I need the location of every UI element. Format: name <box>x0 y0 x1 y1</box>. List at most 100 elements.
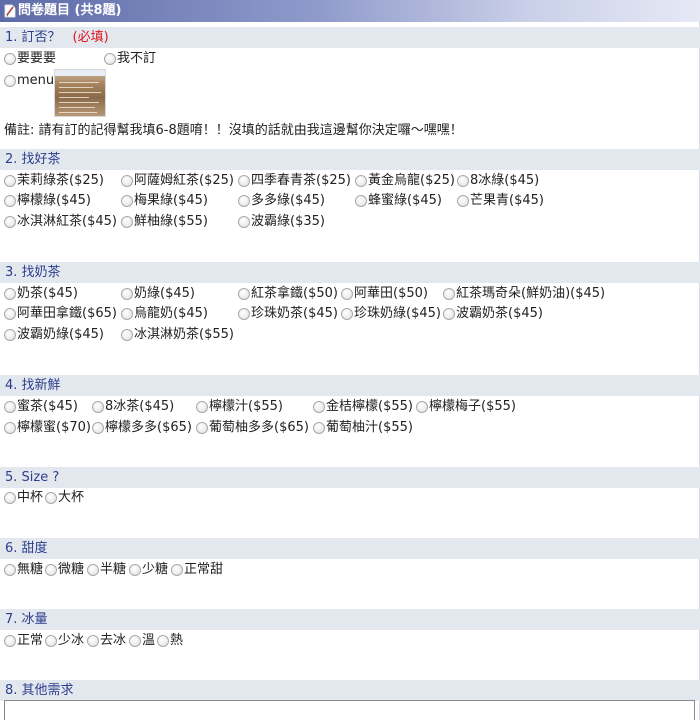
q4-option[interactable]: 葡萄柚多多($65) <box>196 418 309 438</box>
radio-icon[interactable] <box>129 564 141 576</box>
radio-icon[interactable] <box>313 422 325 434</box>
q4-option[interactable]: 8冰茶($45) <box>92 397 174 417</box>
q2-option[interactable]: 檸檬綠($45) <box>4 191 91 211</box>
radio-icon[interactable] <box>196 401 208 413</box>
radio-icon[interactable] <box>171 564 183 576</box>
radio-icon[interactable] <box>87 635 99 647</box>
q7-option[interactable]: 正常 <box>4 631 43 651</box>
radio-icon[interactable] <box>4 75 16 87</box>
radio-icon[interactable] <box>4 175 16 187</box>
q4-option[interactable]: 檸檬汁($55) <box>196 397 283 417</box>
radio-icon[interactable] <box>4 216 16 228</box>
radio-icon[interactable] <box>87 564 99 576</box>
radio-icon[interactable] <box>4 635 16 647</box>
radio-icon[interactable] <box>4 564 16 576</box>
radio-icon[interactable] <box>341 308 353 320</box>
q7-option[interactable]: 去冰 <box>87 631 126 651</box>
q2-option[interactable]: 四季春青茶($25) <box>238 171 351 191</box>
radio-icon[interactable] <box>457 175 469 187</box>
q4-option[interactable]: 檸檬蜜($70) <box>4 418 91 438</box>
radio-icon[interactable] <box>238 308 250 320</box>
radio-icon[interactable] <box>4 401 16 413</box>
radio-icon[interactable] <box>355 195 367 207</box>
radio-icon[interactable] <box>4 308 16 320</box>
q7-option[interactable]: 少冰 <box>45 631 84 651</box>
radio-icon[interactable] <box>121 288 133 300</box>
radio-icon[interactable] <box>443 308 455 320</box>
q7-option[interactable]: 熱 <box>157 631 183 651</box>
q2-option[interactable]: 蜂蜜綠($45) <box>355 191 442 211</box>
radio-icon[interactable] <box>121 308 133 320</box>
other-requests-input[interactable] <box>4 700 695 720</box>
q4-option[interactable]: 葡萄柚汁($55) <box>313 418 413 438</box>
radio-icon[interactable] <box>443 288 455 300</box>
q4-option[interactable]: 檸檬多多($65) <box>92 418 192 438</box>
q2-option[interactable]: 黃金烏龍($25) <box>355 171 455 191</box>
q7-option[interactable]: 溫 <box>129 631 155 651</box>
q2-option[interactable]: 冰淇淋紅茶($45) <box>4 212 117 232</box>
radio-icon[interactable] <box>313 401 325 413</box>
radio-icon[interactable] <box>45 492 57 504</box>
q1-option-no[interactable]: 我不訂 <box>104 49 156 69</box>
radio-icon[interactable] <box>129 635 141 647</box>
radio-icon[interactable] <box>196 422 208 434</box>
radio-icon[interactable] <box>104 53 116 65</box>
q2-option[interactable]: 多多綠($45) <box>238 191 325 211</box>
q4-option[interactable]: 金桔檸檬($55) <box>313 397 413 417</box>
radio-icon[interactable] <box>4 195 16 207</box>
radio-icon[interactable] <box>92 422 104 434</box>
q3-option[interactable]: 波霸奶茶($45) <box>443 304 543 324</box>
q3-option[interactable]: 奶綠($45) <box>121 284 195 304</box>
q6-option[interactable]: 正常甜 <box>171 560 223 580</box>
q4-option[interactable]: 檸檬梅子($55) <box>416 397 516 417</box>
radio-icon[interactable] <box>121 195 133 207</box>
q2-option[interactable]: 波霸綠($35) <box>238 212 325 232</box>
radio-icon[interactable] <box>238 175 250 187</box>
q3-option[interactable]: 波霸奶綠($45) <box>4 325 104 345</box>
radio-icon[interactable] <box>45 564 57 576</box>
radio-icon[interactable] <box>238 216 250 228</box>
q5-option[interactable]: 中杯 <box>4 488 43 508</box>
radio-icon[interactable] <box>121 175 133 187</box>
q3-option[interactable]: 阿華田($50) <box>341 284 428 304</box>
radio-icon[interactable] <box>92 401 104 413</box>
radio-icon[interactable] <box>238 288 250 300</box>
q2-option[interactable]: 芒果青($45) <box>457 191 544 211</box>
q3-option[interactable]: 烏龍奶($45) <box>121 304 208 324</box>
q3-option[interactable]: 紅茶拿鐵($50) <box>238 284 338 304</box>
radio-icon[interactable] <box>4 53 16 65</box>
radio-icon[interactable] <box>121 216 133 228</box>
radio-icon[interactable] <box>355 175 367 187</box>
radio-icon[interactable] <box>238 195 250 207</box>
radio-icon[interactable] <box>121 329 133 341</box>
q3-option[interactable]: 阿華田拿鐵($65) <box>4 304 117 324</box>
menu-image[interactable] <box>54 69 106 117</box>
q5-option[interactable]: 大杯 <box>45 488 84 508</box>
q3-option[interactable]: 冰淇淋奶茶($55) <box>121 325 234 345</box>
q2-option[interactable]: 8冰綠($45) <box>457 171 539 191</box>
radio-icon[interactable] <box>457 195 469 207</box>
radio-icon[interactable] <box>416 401 428 413</box>
radio-icon[interactable] <box>157 635 169 647</box>
radio-icon[interactable] <box>341 288 353 300</box>
q4-option[interactable]: 蜜茶($45) <box>4 397 78 417</box>
radio-icon[interactable] <box>4 492 16 504</box>
q2-option[interactable]: 梅果綠($45) <box>121 191 208 211</box>
q1-option-yes[interactable]: 要要要 <box>4 49 56 69</box>
radio-icon[interactable] <box>4 329 16 341</box>
q3-option[interactable]: 奶茶($45) <box>4 284 78 304</box>
radio-icon[interactable] <box>45 635 57 647</box>
q2-option[interactable]: 鮮柚綠($55) <box>121 212 208 232</box>
q6-option[interactable]: 少糖 <box>129 560 168 580</box>
q6-option[interactable]: 半糖 <box>87 560 126 580</box>
radio-icon[interactable] <box>4 422 16 434</box>
q3-option[interactable]: 紅茶瑪奇朵(鮮奶油)($45) <box>443 284 605 304</box>
q6-option[interactable]: 微糖 <box>45 560 84 580</box>
radio-icon[interactable] <box>4 288 16 300</box>
q3-option[interactable]: 珍珠奶茶($45) <box>238 304 338 324</box>
q6-option[interactable]: 無糖 <box>4 560 43 580</box>
q2-option[interactable]: 阿薩姆紅茶($25) <box>121 171 234 191</box>
q2-option[interactable]: 茉莉綠茶($25) <box>4 171 104 191</box>
q1-option-menu[interactable]: menu <box>4 71 54 91</box>
q3-option[interactable]: 珍珠奶綠($45) <box>341 304 441 324</box>
